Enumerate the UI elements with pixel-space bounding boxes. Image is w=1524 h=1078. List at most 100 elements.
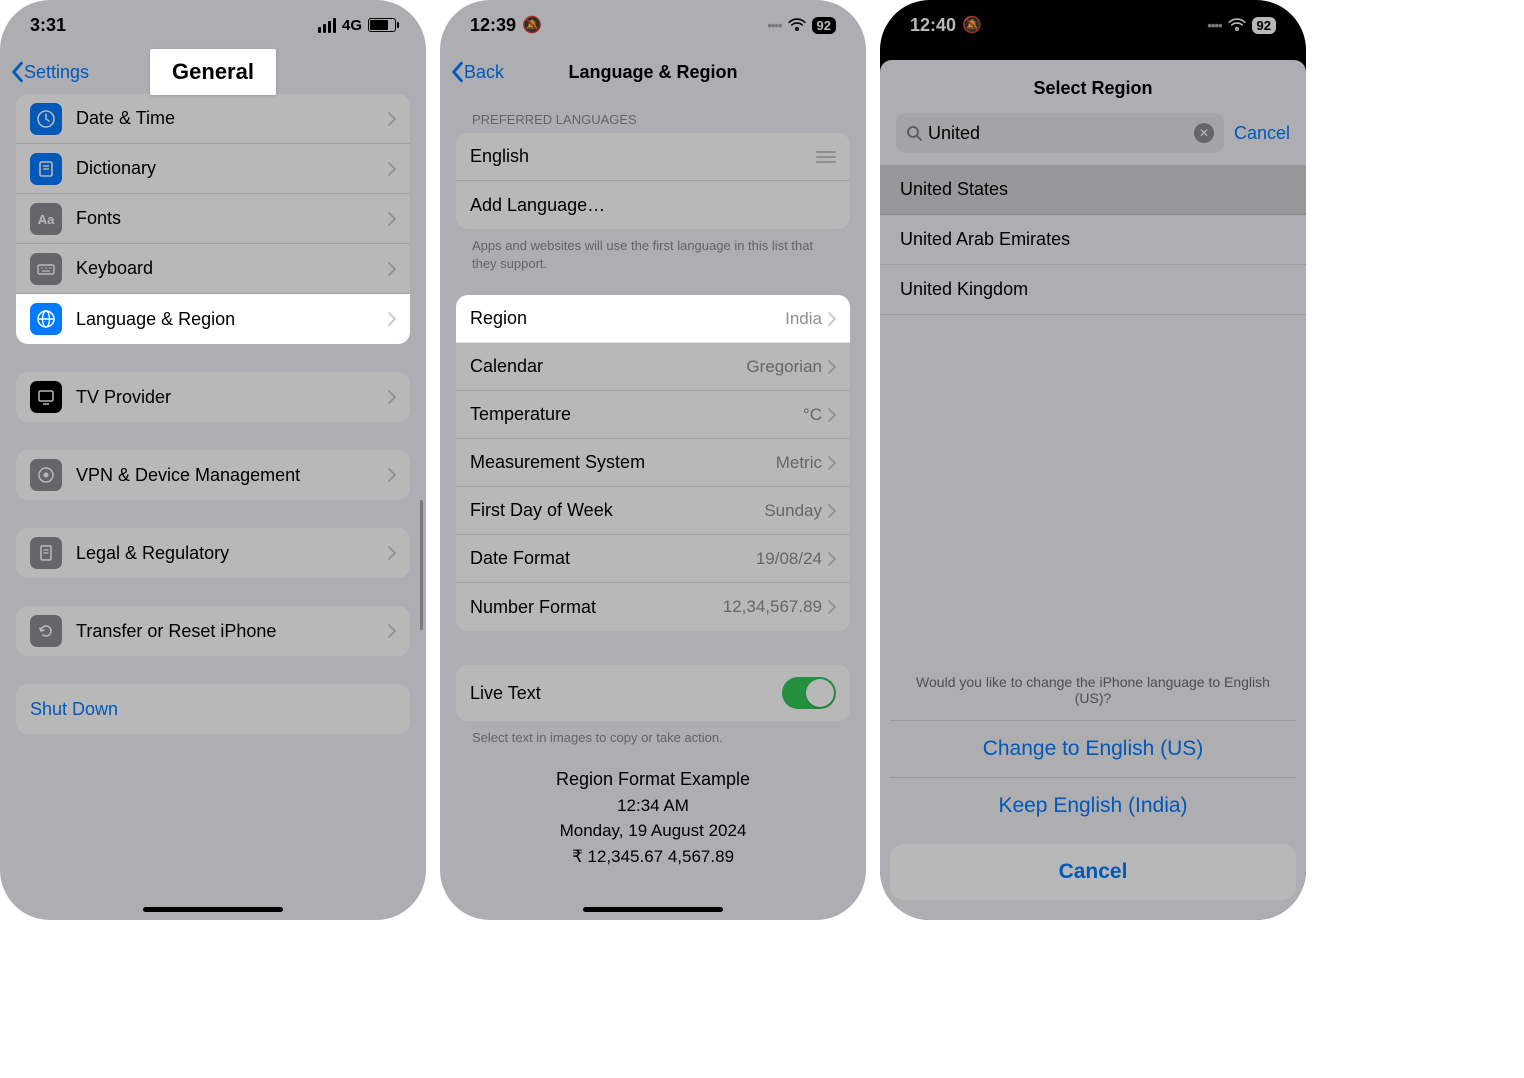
live-text-toggle[interactable] xyxy=(782,677,836,709)
row-keyboard[interactable]: Keyboard xyxy=(16,244,410,294)
row-calendar[interactable]: CalendarGregorian xyxy=(456,343,850,391)
silent-icon: 🔕 xyxy=(962,15,982,35)
chevron-right-icon xyxy=(828,312,836,326)
settings-list-2: TV Provider xyxy=(16,372,410,422)
chevron-right-icon xyxy=(388,212,396,226)
example-time: 12:34 AM xyxy=(440,793,866,819)
row-label: Transfer or Reset iPhone xyxy=(76,621,388,642)
prompt-message: Would you like to change the iPhone lang… xyxy=(890,660,1296,721)
search-cancel-button[interactable]: Cancel xyxy=(1234,123,1290,144)
status-bar: 3:31 4G xyxy=(0,0,426,50)
language-change-action-sheet: Would you like to change the iPhone lang… xyxy=(890,660,1296,900)
row-fonts[interactable]: AaFonts xyxy=(16,194,410,244)
live-text-label: Live Text xyxy=(470,683,782,704)
tv-provider-icon xyxy=(30,381,62,413)
result-uk[interactable]: United Kingdom xyxy=(880,265,1306,315)
home-indicator xyxy=(583,907,723,912)
row-label: Legal & Regulatory xyxy=(76,543,388,564)
back-label: Settings xyxy=(24,62,89,83)
chevron-right-icon xyxy=(388,312,396,326)
language-row[interactable]: English xyxy=(456,133,850,181)
result-united-states[interactable]: United States xyxy=(880,165,1306,215)
chevron-right-icon xyxy=(388,546,396,560)
result-uae[interactable]: United Arab Emirates xyxy=(880,215,1306,265)
drag-icon[interactable] xyxy=(816,151,836,163)
status-right: •••• 92 xyxy=(767,17,836,34)
signal-icon xyxy=(318,18,336,33)
home-indicator xyxy=(143,907,283,912)
add-language-row[interactable]: Add Language… xyxy=(456,181,850,229)
row-label: First Day of Week xyxy=(470,500,764,521)
search-input[interactable] xyxy=(928,123,1194,144)
network-label: 4G xyxy=(342,17,362,34)
region-results-list: United StatesUnited Arab EmiratesUnited … xyxy=(880,165,1306,315)
row-label: TV Provider xyxy=(76,387,388,408)
page-title: General xyxy=(150,49,276,95)
row-number-format[interactable]: Number Format12,34,567.89 xyxy=(456,583,850,631)
row-first-day[interactable]: First Day of WeekSunday xyxy=(456,487,850,535)
keep-language-button[interactable]: Keep English (India) xyxy=(890,778,1296,834)
shut-down-row[interactable]: Shut Down xyxy=(16,684,410,734)
scroll-indicator xyxy=(420,500,423,630)
row-region[interactable]: RegionIndia xyxy=(456,295,850,343)
row-label: VPN & Device Management xyxy=(76,465,388,486)
row-dictionary[interactable]: Dictionary xyxy=(16,144,410,194)
row-label: Temperature xyxy=(470,404,803,425)
status-right: 4G xyxy=(318,17,396,34)
preferred-languages-header: PREFERRED LANGUAGES xyxy=(440,94,866,133)
row-date-time[interactable]: Date & Time xyxy=(16,94,410,144)
row-value: Sunday xyxy=(764,501,822,521)
action-sheet-group: Would you like to change the iPhone lang… xyxy=(890,660,1296,834)
settings-list-4: Legal & Regulatory xyxy=(16,528,410,578)
search-box[interactable]: ✕ xyxy=(896,113,1224,153)
dynamic-island-dots: •••• xyxy=(1207,18,1221,33)
back-button[interactable]: Settings xyxy=(10,61,89,83)
row-value: °C xyxy=(803,405,822,425)
row-label: Calendar xyxy=(470,356,746,377)
status-bar: 12:40 🔕 •••• 92 xyxy=(880,0,1306,50)
chevron-right-icon xyxy=(388,262,396,276)
row-label: Date & Time xyxy=(76,108,388,129)
row-measurement[interactable]: Measurement SystemMetric xyxy=(456,439,850,487)
date-time-icon xyxy=(30,103,62,135)
row-reset[interactable]: Transfer or Reset iPhone xyxy=(16,606,410,656)
status-time: 12:40 xyxy=(910,15,956,36)
silent-icon: 🔕 xyxy=(522,15,542,35)
row-language-region[interactable]: Language & Region xyxy=(16,294,410,344)
change-language-button[interactable]: Change to English (US) xyxy=(890,721,1296,778)
row-vpn[interactable]: VPN & Device Management xyxy=(16,450,410,500)
languages-list: English Add Language… xyxy=(456,133,850,229)
status-right: •••• 92 xyxy=(1207,17,1276,34)
vpn-icon xyxy=(30,459,62,491)
language-region-icon xyxy=(30,303,62,335)
row-date-format[interactable]: Date Format19/08/24 xyxy=(456,535,850,583)
keyboard-icon xyxy=(30,253,62,285)
row-value: Gregorian xyxy=(746,357,822,377)
status-bar: 12:39 🔕 •••• 92 xyxy=(440,0,866,50)
reset-icon xyxy=(30,615,62,647)
chevron-left-icon xyxy=(450,61,464,83)
row-label: Date Format xyxy=(470,548,756,569)
row-label: Measurement System xyxy=(470,452,776,473)
settings-list-3: VPN & Device Management xyxy=(16,450,410,500)
wifi-icon xyxy=(1228,18,1246,32)
clear-search-button[interactable]: ✕ xyxy=(1194,123,1214,143)
language-label: English xyxy=(470,146,816,167)
row-tv-provider[interactable]: TV Provider xyxy=(16,372,410,422)
row-label: Dictionary xyxy=(76,158,388,179)
row-legal[interactable]: Legal & Regulatory xyxy=(16,528,410,578)
chevron-right-icon xyxy=(828,360,836,374)
chevron-right-icon xyxy=(828,552,836,566)
languages-footer: Apps and websites will use the first lan… xyxy=(440,229,866,273)
page-title: Language & Region xyxy=(568,62,737,83)
legal-icon xyxy=(30,537,62,569)
row-label: Keyboard xyxy=(76,258,388,279)
row-label: Language & Region xyxy=(76,309,388,330)
back-button[interactable]: Back xyxy=(450,61,504,83)
row-temperature[interactable]: Temperature°C xyxy=(456,391,850,439)
action-sheet-cancel-button[interactable]: Cancel xyxy=(890,844,1296,900)
shut-down-label: Shut Down xyxy=(30,699,396,720)
svg-text:Aa: Aa xyxy=(38,212,55,227)
chevron-right-icon xyxy=(388,162,396,176)
battery-badge: 92 xyxy=(812,17,836,34)
